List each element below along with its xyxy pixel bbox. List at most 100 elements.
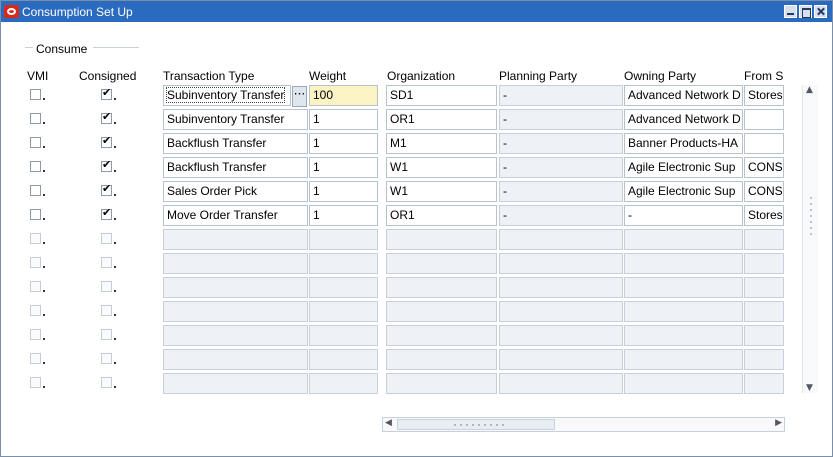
planning-party-cell[interactable]: [499, 253, 623, 274]
owning-party-cell[interactable]: Advanced Network D: [624, 109, 743, 130]
transaction-type-cell[interactable]: Sales Order Pick: [163, 181, 308, 202]
organization-cell[interactable]: [386, 325, 497, 346]
weight-cell[interactable]: 1: [309, 157, 378, 178]
transaction-type-cell[interactable]: Backflush Transfer: [163, 157, 308, 178]
from-cell[interactable]: [744, 109, 784, 130]
weight-cell[interactable]: [309, 253, 378, 274]
scroll-left-icon[interactable]: ◀: [385, 418, 392, 428]
vmi-checkbox: [30, 257, 41, 268]
planning-party-cell[interactable]: [499, 301, 623, 322]
maximize-icon[interactable]: [799, 5, 812, 18]
weight-cell[interactable]: 1: [309, 109, 378, 130]
from-cell[interactable]: CONS: [744, 181, 784, 202]
weight-cell[interactable]: [309, 325, 378, 346]
horizontal-scroll-thumb[interactable]: [397, 419, 555, 430]
organization-cell[interactable]: W1: [386, 181, 497, 202]
consigned-checkbox[interactable]: [101, 86, 112, 100]
horizontal-scrollbar[interactable]: ◀ ▶: [382, 417, 785, 432]
owning-party-cell[interactable]: Banner Products-HA: [624, 133, 743, 154]
scroll-up-icon[interactable]: ▲: [806, 85, 813, 95]
organization-cell[interactable]: [386, 301, 497, 322]
organization-cell[interactable]: [386, 373, 497, 394]
owning-party-cell[interactable]: [624, 373, 743, 394]
from-cell[interactable]: [744, 373, 784, 394]
vmi-checkbox[interactable]: [30, 89, 41, 100]
planning-party-cell[interactable]: [499, 325, 623, 346]
owning-party-value: Advanced Network D: [628, 88, 741, 102]
weight-cell[interactable]: 1: [309, 181, 378, 202]
transaction-type-cell[interactable]: Move Order Transfer: [163, 205, 308, 226]
vmi-checkbox[interactable]: [30, 161, 41, 172]
transaction-type-cell[interactable]: Subinventory Transfer: [163, 85, 291, 106]
organization-cell[interactable]: SD1: [386, 85, 497, 106]
from-cell[interactable]: [744, 277, 784, 298]
owning-party-cell[interactable]: Agile Electronic Sup: [624, 181, 743, 202]
planning-party-cell[interactable]: [499, 229, 623, 250]
weight-cell[interactable]: [309, 349, 378, 370]
planning-party-cell[interactable]: [499, 349, 623, 370]
from-cell[interactable]: Stores: [744, 85, 784, 106]
vertical-scrollbar[interactable]: ▲ ▼: [802, 85, 818, 393]
planning-party-cell[interactable]: [499, 277, 623, 298]
organization-cell[interactable]: [386, 277, 497, 298]
organization-cell[interactable]: [386, 349, 497, 370]
organization-cell[interactable]: [386, 229, 497, 250]
owning-party-cell[interactable]: [624, 325, 743, 346]
organization-cell[interactable]: M1: [386, 133, 497, 154]
close-icon[interactable]: [814, 5, 827, 18]
minimize-icon[interactable]: [784, 5, 797, 18]
from-cell[interactable]: [744, 253, 784, 274]
owning-party-cell[interactable]: -: [624, 205, 743, 226]
transaction-type-cell[interactable]: [163, 325, 308, 346]
list-of-values-button[interactable]: ···: [292, 86, 307, 107]
organization-cell[interactable]: OR1: [386, 205, 497, 226]
organization-cell[interactable]: OR1: [386, 109, 497, 130]
owning-party-value: Banner Products-HA: [628, 136, 739, 150]
scrollbar-grip: [810, 197, 812, 199]
transaction-type-cell[interactable]: [163, 301, 308, 322]
owning-party-cell[interactable]: Agile Electronic Sup: [624, 157, 743, 178]
weight-cell[interactable]: 100: [309, 85, 378, 106]
vmi-checkbox[interactable]: [30, 185, 41, 196]
transaction-type-cell[interactable]: [163, 229, 308, 250]
weight-cell[interactable]: [309, 277, 378, 298]
weight-cell[interactable]: 1: [309, 133, 378, 154]
owning-party-cell[interactable]: [624, 253, 743, 274]
consigned-checkbox[interactable]: [101, 134, 112, 148]
transaction-type-cell[interactable]: [163, 373, 308, 394]
organization-cell[interactable]: [386, 253, 497, 274]
owning-party-cell[interactable]: [624, 301, 743, 322]
transaction-type-cell[interactable]: Subinventory Transfer: [163, 109, 308, 130]
from-cell[interactable]: [744, 349, 784, 370]
transaction-type-cell[interactable]: [163, 349, 308, 370]
from-cell[interactable]: [744, 301, 784, 322]
organization-cell[interactable]: W1: [386, 157, 497, 178]
weight-cell[interactable]: [309, 229, 378, 250]
consigned-checkbox[interactable]: [101, 110, 112, 124]
owning-party-cell[interactable]: Advanced Network D: [624, 85, 743, 106]
consigned-checkbox[interactable]: [101, 182, 112, 196]
scrollbar-grip: [478, 424, 480, 426]
weight-cell[interactable]: [309, 301, 378, 322]
from-cell[interactable]: [744, 325, 784, 346]
owning-party-cell[interactable]: [624, 277, 743, 298]
vmi-checkbox[interactable]: [30, 113, 41, 124]
from-cell[interactable]: CONS: [744, 157, 784, 178]
scroll-right-icon[interactable]: ▶: [775, 418, 782, 428]
owning-party-cell[interactable]: [624, 349, 743, 370]
consigned-checkbox[interactable]: [101, 158, 112, 172]
consigned-checkbox[interactable]: [101, 206, 112, 220]
owning-party-cell[interactable]: [624, 229, 743, 250]
from-cell[interactable]: Stores: [744, 205, 784, 226]
transaction-type-cell[interactable]: [163, 253, 308, 274]
from-cell[interactable]: [744, 229, 784, 250]
planning-party-cell[interactable]: [499, 373, 623, 394]
vmi-checkbox[interactable]: [30, 209, 41, 220]
transaction-type-cell[interactable]: [163, 277, 308, 298]
weight-cell[interactable]: [309, 373, 378, 394]
scroll-down-icon[interactable]: ▼: [806, 383, 813, 393]
weight-cell[interactable]: 1: [309, 205, 378, 226]
from-cell[interactable]: [744, 133, 784, 154]
transaction-type-cell[interactable]: Backflush Transfer: [163, 133, 308, 154]
vmi-checkbox[interactable]: [30, 137, 41, 148]
